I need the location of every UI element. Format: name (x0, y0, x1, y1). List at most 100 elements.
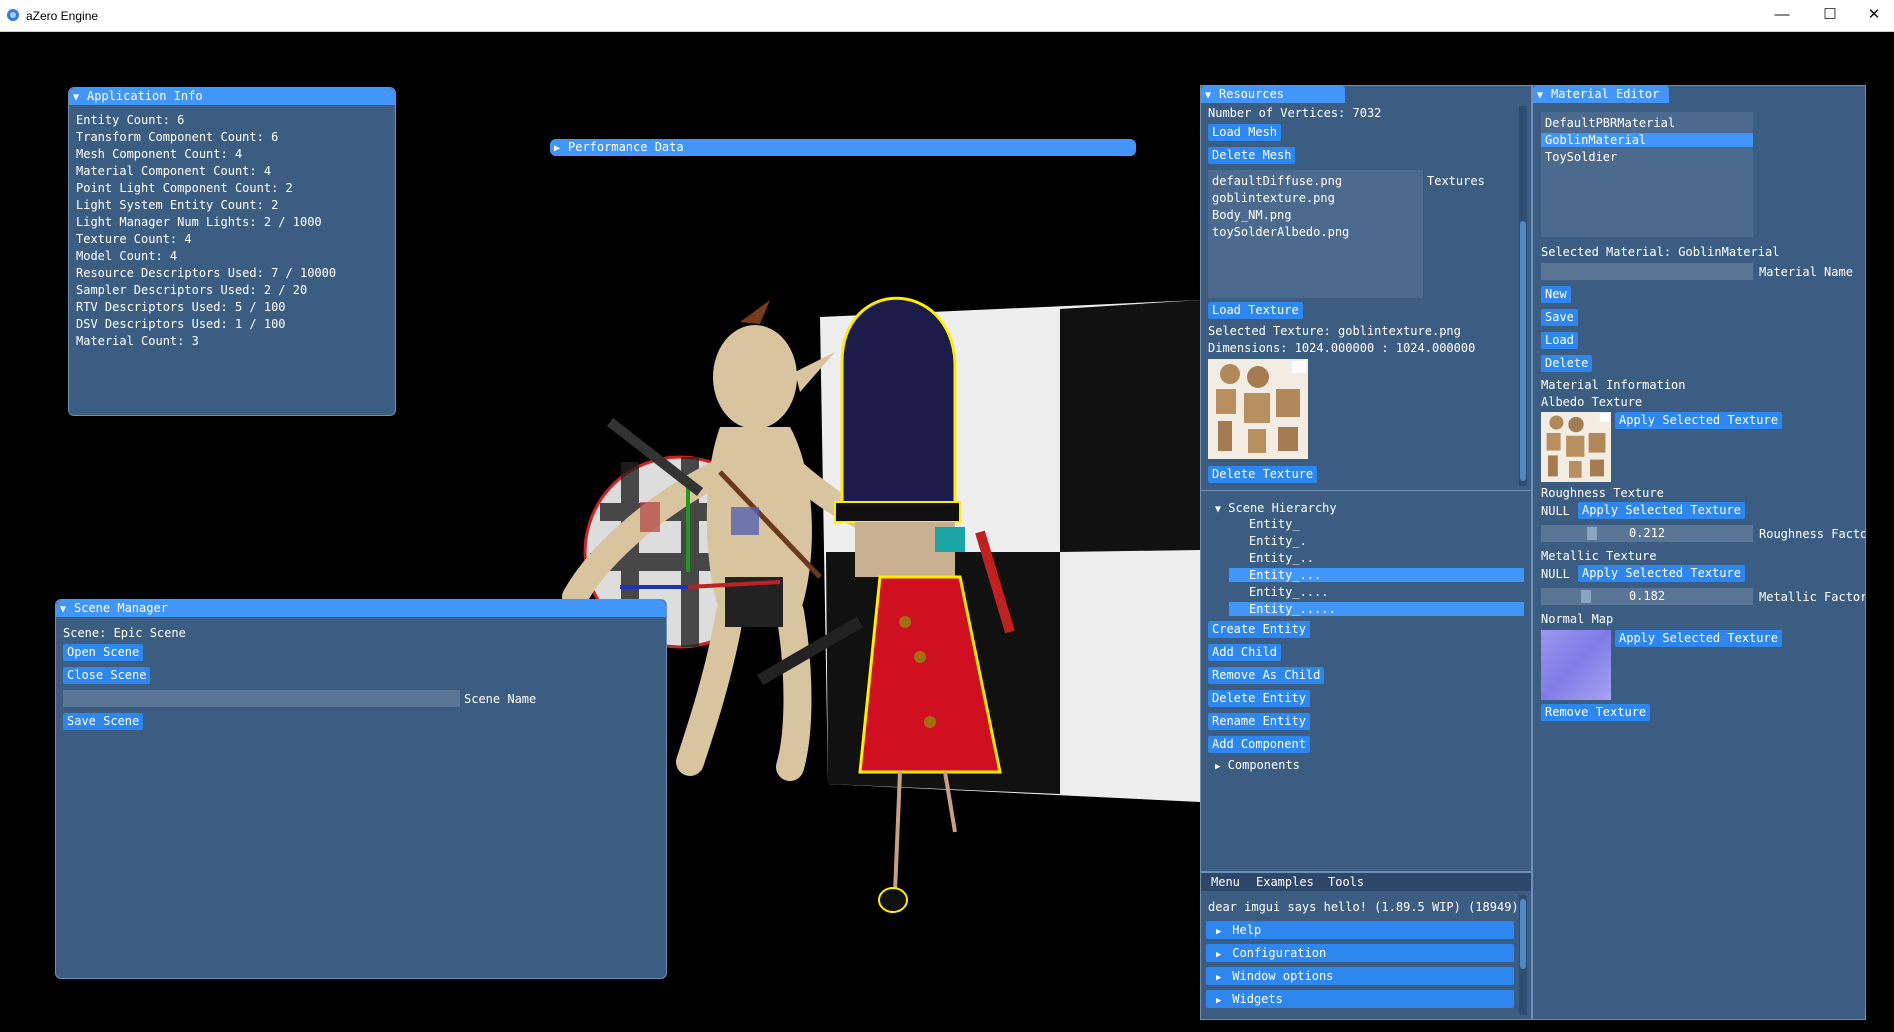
roughness-texture-label: Roughness Texture (1541, 486, 1664, 500)
scrollbar-grabber[interactable] (1520, 221, 1526, 481)
delete-texture-button[interactable]: Delete Texture (1208, 466, 1318, 483)
expand-arrow-icon[interactable]: ▶ (554, 140, 568, 156)
info-line: Sampler Descriptors Used: 2 / 20 (76, 283, 308, 297)
rename-entity-button[interactable]: Rename Entity (1208, 713, 1310, 730)
metallic-factor-label: Metallic Factor (1759, 590, 1866, 604)
panel-title: Scene Manager (74, 601, 168, 615)
minimize-button[interactable]: — (1762, 4, 1802, 26)
save-material-button[interactable]: Save (1541, 309, 1578, 326)
apply-albedo-texture-button[interactable]: Apply Selected Texture (1615, 412, 1782, 429)
close-window-button[interactable]: ✕ (1854, 4, 1894, 26)
apply-normal-map-button[interactable]: Apply Selected Texture (1615, 630, 1782, 647)
list-item[interactable]: DefaultPBRMaterial (1545, 116, 1675, 130)
vertex-count: Number of Vertices: 7032 (1208, 106, 1382, 120)
hierarchy-entity[interactable]: Entity_... (1229, 568, 1524, 582)
info-line: Texture Count: 4 (76, 232, 192, 246)
list-item[interactable]: Body_NM.png (1212, 208, 1291, 222)
app-icon (7, 9, 19, 21)
roughness-slider[interactable]: 0.212 (1541, 525, 1753, 542)
material-name-input[interactable] (1541, 263, 1753, 280)
configuration-section[interactable]: ▶ Configuration (1206, 944, 1514, 962)
apply-roughness-texture-button[interactable]: Apply Selected Texture (1578, 502, 1745, 519)
panel-title: Material Editor (1551, 87, 1660, 101)
hierarchy-tree-header[interactable]: ▼ Scene Hierarchy (1215, 501, 1337, 517)
delete-material-button[interactable]: Delete (1541, 355, 1593, 372)
material-name-label: Material Name (1759, 265, 1853, 279)
new-material-button[interactable]: New (1541, 286, 1571, 303)
delete-entity-button[interactable]: Delete Entity (1208, 690, 1310, 707)
info-line: Model Count: 4 (76, 249, 178, 263)
window-options-section[interactable]: ▶ Window options (1206, 967, 1514, 985)
hierarchy-entity[interactable]: Entity_ (1249, 517, 1300, 531)
panel-header[interactable]: ▼ Material Editor (1533, 86, 1669, 103)
collapse-arrow-icon[interactable]: ▼ (1537, 87, 1551, 104)
list-item[interactable]: defaultDiffuse.png (1212, 174, 1342, 188)
info-line: Point Light Component Count: 2 (76, 181, 293, 195)
scrollbar-grabber[interactable] (1520, 899, 1526, 969)
components-label: Components (1227, 758, 1300, 772)
panel-header[interactable]: ▼ Application Info (69, 88, 395, 105)
list-item[interactable]: goblintexture.png (1212, 191, 1335, 205)
list-item[interactable]: ToySoldier (1545, 150, 1617, 164)
metallic-slider[interactable]: 0.182 (1541, 588, 1753, 605)
close-scene-button[interactable]: Close Scene (63, 667, 151, 684)
slider-grab[interactable] (1587, 527, 1597, 540)
application-info-panel[interactable]: ▼ Application Info Entity Count: 6 Transf… (68, 87, 396, 416)
create-entity-button[interactable]: Create Entity (1208, 621, 1310, 638)
expand-arrow-icon: ▶ (1216, 973, 1233, 983)
performance-data-panel[interactable]: ▶ Performance Data (550, 139, 1136, 156)
load-mesh-button[interactable]: Load Mesh (1208, 124, 1282, 141)
add-child-button[interactable]: Add Child (1208, 644, 1282, 661)
components-tree-node[interactable]: ▶ Components (1215, 758, 1300, 774)
load-material-button[interactable]: Load (1541, 332, 1578, 349)
info-line: Entity Count: 6 (76, 113, 185, 127)
resources-panel[interactable]: ▼ Resources Number of Vertices: 7032 Load… (1200, 85, 1532, 492)
save-scene-button[interactable]: Save Scene (63, 713, 144, 730)
hierarchy-entity[interactable]: Entity_. (1249, 534, 1307, 548)
scrollbar[interactable] (1519, 895, 1527, 1015)
remove-as-child-button[interactable]: Remove As Child (1208, 667, 1325, 684)
collapse-arrow-icon[interactable]: ▼ (1215, 504, 1221, 515)
list-item[interactable]: GoblinMaterial (1541, 133, 1753, 147)
panel-header[interactable]: ▼ Resources (1201, 86, 1345, 103)
metallic-texture-label: Metallic Texture (1541, 549, 1657, 563)
add-component-button[interactable]: Add Component (1208, 736, 1310, 753)
panel-header[interactable]: ▶ Performance Data (550, 139, 1136, 156)
info-line: Material Component Count: 4 (76, 164, 272, 178)
imgui-demo-panel[interactable]: Menu Examples Tools dear imgui says hell… (1200, 872, 1532, 1020)
material-list[interactable]: DefaultPBRMaterial GoblinMaterial ToySol… (1541, 112, 1753, 237)
maximize-button[interactable]: ☐ (1810, 4, 1850, 26)
widgets-section[interactable]: ▶ Widgets (1206, 990, 1514, 1008)
scrollbar[interactable] (1519, 106, 1527, 486)
expand-arrow-icon[interactable]: ▶ (1215, 762, 1220, 772)
load-texture-button[interactable]: Load Texture (1208, 302, 1303, 319)
apply-metallic-texture-button[interactable]: Apply Selected Texture (1578, 565, 1745, 582)
panel-title: Performance Data (568, 140, 684, 154)
hierarchy-entity[interactable]: Entity_.... (1249, 585, 1328, 599)
info-line: RTV Descriptors Used: 5 / 100 (76, 300, 286, 314)
menu-item[interactable]: Tools (1328, 875, 1364, 889)
list-item[interactable]: toySolderAlbedo.png (1212, 225, 1349, 239)
collapse-arrow-icon[interactable]: ▼ (73, 89, 87, 106)
collapse-arrow-icon[interactable]: ▼ (60, 601, 74, 618)
remove-texture-button[interactable]: Remove Texture (1541, 704, 1651, 721)
collapse-arrow-icon[interactable]: ▼ (1205, 87, 1219, 104)
texture-list[interactable]: defaultDiffuse.png goblintexture.png Bod… (1208, 170, 1423, 298)
scene-manager-panel[interactable]: ▼ Scene Manager Scene: Epic Scene Open Sc… (55, 599, 667, 979)
delete-mesh-button[interactable]: Delete Mesh (1208, 147, 1296, 164)
scene-hierarchy-panel[interactable]: ▼ Scene Hierarchy Entity_ Entity_. Entit… (1200, 490, 1532, 872)
demo-hello-text: dear imgui says hello! (1.89.5 WIP) (189… (1208, 900, 1519, 914)
panel-header[interactable]: ▼ Scene Manager (56, 600, 666, 617)
menu-item[interactable]: Menu (1211, 875, 1240, 889)
open-scene-button[interactable]: Open Scene (63, 644, 144, 661)
help-section[interactable]: ▶ Help (1206, 921, 1514, 939)
menu-item[interactable]: Examples (1256, 875, 1314, 889)
material-editor-panel[interactable]: ▼ Material Editor DefaultPBRMaterial Gobl… (1532, 85, 1866, 1020)
hierarchy-entity[interactable]: Entity_..... (1229, 602, 1524, 616)
scene-name-input[interactable] (63, 690, 460, 707)
hierarchy-entity[interactable]: Entity_.. (1249, 551, 1314, 565)
scene-label: Scene: Epic Scene (63, 626, 186, 640)
selected-texture-label: Selected Texture: goblintexture.png (1208, 324, 1461, 338)
slider-grab[interactable] (1581, 590, 1591, 603)
dimensions-label: Dimensions: 1024.000000 : 1024.000000 (1208, 341, 1476, 355)
